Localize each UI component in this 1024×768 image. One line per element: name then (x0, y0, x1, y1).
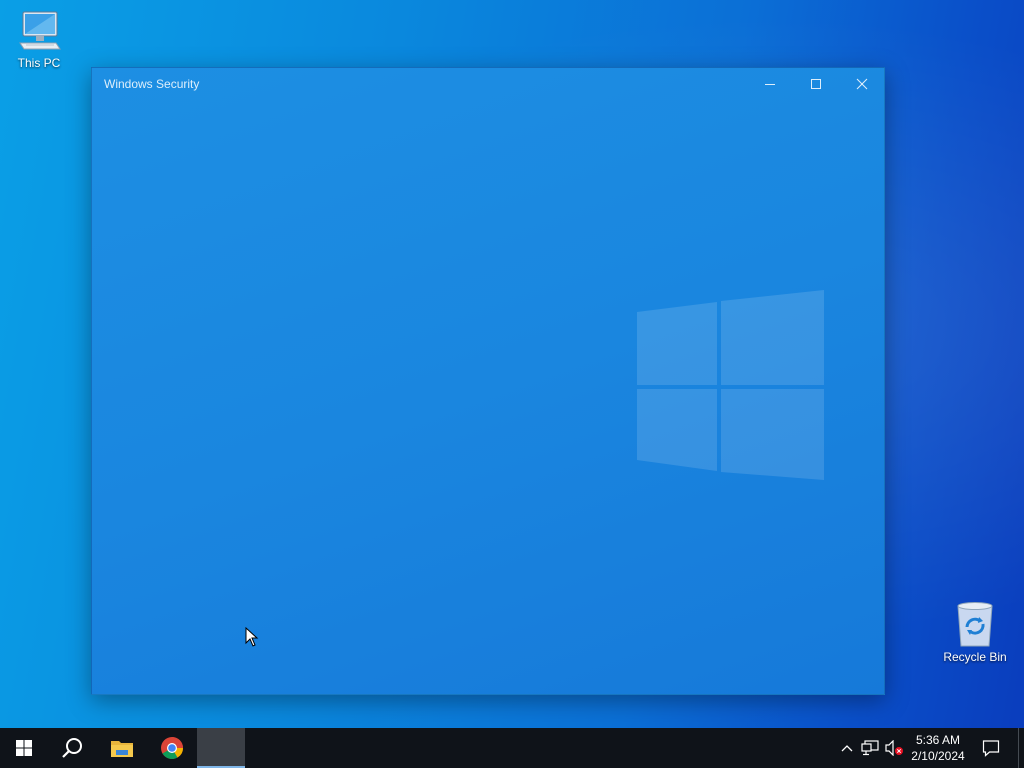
desktop-icon-this-pc[interactable]: This PC (1, 8, 77, 70)
clock-time: 5:36 AM (915, 733, 961, 747)
desktop-icon-recycle-bin[interactable]: Recycle Bin (937, 600, 1013, 664)
taskbar-clock[interactable]: 5:36 AM 2/10/2024 (906, 732, 970, 764)
file-explorer-button[interactable] (98, 728, 146, 768)
computer-icon (19, 11, 61, 50)
chrome-button[interactable] (148, 728, 196, 768)
volume-muted-icon (885, 740, 903, 756)
minimize-button[interactable] (747, 68, 793, 100)
minimize-icon (765, 84, 775, 85)
mouse-cursor (245, 627, 259, 647)
volume-button[interactable] (884, 738, 904, 758)
close-icon (856, 78, 868, 90)
action-center-button[interactable] (981, 738, 1001, 758)
folder-icon (111, 741, 133, 757)
chevron-up-icon (841, 745, 853, 752)
title-bar[interactable]: Windows Security (92, 68, 884, 100)
taskbar: 5:36 AM 2/10/2024 (0, 728, 1024, 768)
recycle-bin-icon (957, 602, 993, 647)
windows-logo-watermark (637, 290, 824, 480)
clock-date: 2/10/2024 (911, 749, 965, 763)
desktop: This PC Recycle Bin Windows Security (0, 0, 1024, 728)
search-button[interactable] (48, 728, 96, 768)
windows-security-window[interactable]: Windows Security (91, 67, 885, 695)
maximize-button[interactable] (793, 68, 839, 100)
maximize-icon (811, 79, 821, 89)
notification-icon (982, 740, 1000, 757)
tray-overflow-button[interactable] (837, 738, 857, 758)
windows-logo-icon (16, 740, 32, 756)
start-button[interactable] (0, 728, 48, 768)
taskbar-item-windows-security[interactable] (197, 728, 245, 768)
network-icon (861, 740, 879, 756)
close-button[interactable] (839, 68, 884, 100)
show-desktop-button[interactable] (1018, 728, 1019, 768)
search-icon (62, 738, 82, 758)
chrome-icon (161, 737, 183, 759)
desktop-icon-label: This PC (17, 56, 61, 70)
desktop-icon-label: Recycle Bin (943, 650, 1007, 664)
window-title: Windows Security (104, 77, 200, 91)
network-button[interactable] (860, 738, 880, 758)
